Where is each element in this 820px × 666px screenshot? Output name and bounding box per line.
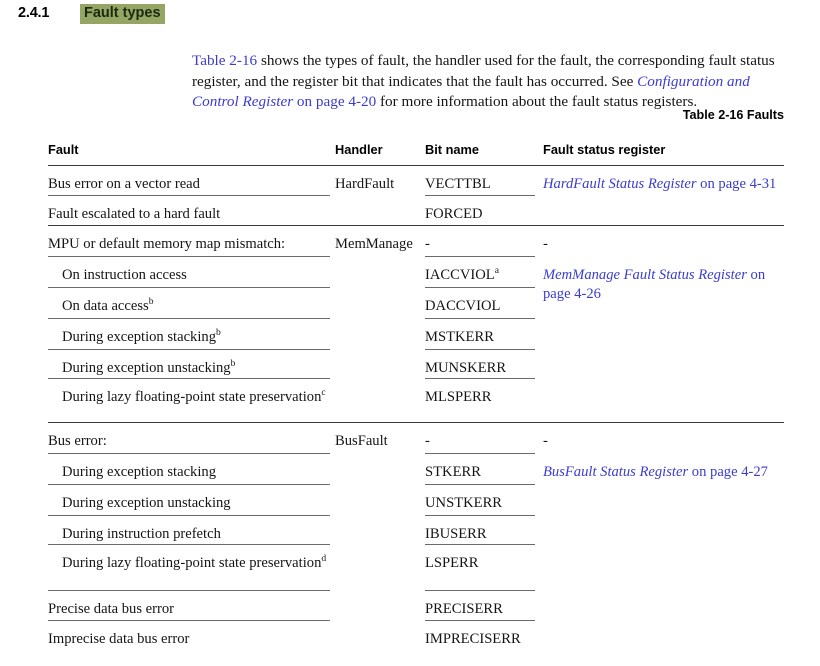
- cell-fault: During exception stacking: [62, 464, 217, 480]
- table-reference-link[interactable]: Table 2-16: [192, 52, 257, 69]
- cell-fault: During exception stackingb: [62, 327, 221, 345]
- cell-fault: During lazy floating-point state preserv…: [62, 553, 327, 571]
- fault-status-register-link[interactable]: BusFault Status Register: [543, 464, 688, 480]
- cell-handler: BusFault: [335, 433, 388, 449]
- cell-fault: On data accessb: [62, 296, 154, 314]
- section-number: 2.4.1: [18, 5, 50, 21]
- fault-status-register-page: on page 4-31: [696, 176, 777, 192]
- cell-fault-status-register: -: [543, 235, 784, 254]
- cell-fault: During exception unstackingb: [62, 358, 236, 376]
- cell-fault: On instruction access: [62, 267, 187, 283]
- table-row: During exception unstacking UNSTKERR: [48, 494, 784, 518]
- table-row: During instruction prefetch IBUSERR: [48, 525, 784, 549]
- fault-status-register-link[interactable]: MemManage Fault Status Register: [543, 267, 747, 283]
- cell-fault-status-register: -: [543, 432, 784, 451]
- footnote-marker: b: [148, 296, 154, 308]
- section-title-highlighted: Fault types: [80, 4, 165, 24]
- cell-bit-name: PRECISERR: [425, 601, 503, 617]
- table-row: During exception stackingb MSTKERR: [48, 328, 784, 352]
- cell-fault: Bus error on a vector read: [48, 176, 200, 192]
- fault-status-register-page: on page 4-27: [688, 464, 768, 480]
- table-row: On data accessb DACCVIOL: [48, 297, 784, 321]
- table-row: During lazy floating-point state preserv…: [48, 554, 784, 596]
- cell-bit-name: STKERR: [425, 464, 481, 480]
- table-row: During lazy floating-point state preserv…: [48, 388, 784, 430]
- footnote-marker: d: [321, 553, 327, 565]
- cell-bit-name: VECTTBL: [425, 176, 491, 192]
- column-header-bit-name: Bit name: [425, 142, 480, 157]
- column-header-fault: Fault: [48, 142, 79, 157]
- cell-fault: During lazy floating-point state preserv…: [62, 387, 326, 405]
- fault-status-register-page: -: [543, 236, 548, 252]
- cell-bit-name: LSPERR: [425, 555, 479, 571]
- table-row: During exception stacking STKERR BusFault …: [48, 463, 784, 487]
- footnote-marker: b: [230, 358, 236, 370]
- cell-bit-name: FORCED: [425, 206, 483, 222]
- table-row: Bus error on a vector read HardFault VECTT…: [48, 175, 784, 199]
- footnote-marker: c: [321, 387, 326, 399]
- table-row: Bus error: BusFault - -: [48, 432, 784, 456]
- table-row: Fault escalated to a hard fault FORCED: [48, 205, 784, 229]
- cell-bit-name: MUNSKERR: [425, 360, 507, 376]
- table-header-row: Fault Handler Bit name Fault status regi…: [48, 142, 784, 162]
- cell-bit-name: IMPRECISERR: [425, 631, 521, 647]
- cell-fault: MPU or default memory map mismatch:: [48, 236, 286, 252]
- cell-bit-name: -: [425, 433, 430, 449]
- fault-status-register-page: -: [543, 433, 548, 449]
- table-row: During exception unstackingb MUNSKERR: [48, 359, 784, 383]
- table-row: Precise data bus error PRECISERR: [48, 600, 784, 624]
- cell-fault: Bus error:: [48, 433, 107, 449]
- cell-bit-name: IBUSERR: [425, 526, 487, 542]
- cell-fault: Precise data bus error: [48, 601, 175, 617]
- cell-handler: MemManage: [335, 236, 413, 252]
- cell-fault-status-register[interactable]: BusFault Status Register on page 4-27: [543, 463, 784, 482]
- footnote-marker: b: [216, 327, 221, 339]
- cell-bit-name: MSTKERR: [425, 329, 494, 345]
- fault-status-register-link[interactable]: HardFault Status Register: [543, 176, 697, 192]
- intro-paragraph: Table 2-16 shows the types of fault, the…: [192, 51, 784, 113]
- table-caption: Table 2-16 Faults: [682, 108, 784, 122]
- cell-fault: During exception unstacking: [62, 495, 231, 511]
- cell-bit-name: DACCVIOL: [425, 298, 501, 314]
- cell-bit-name: UNSTKERR: [425, 495, 503, 511]
- footnote-marker: a: [494, 265, 499, 277]
- cell-bit-name: MLSPERR: [425, 389, 492, 405]
- column-header-handler: Handler: [335, 142, 383, 157]
- section-heading: 2.4.1 Fault types: [18, 4, 802, 26]
- cell-fault: During instruction prefetch: [62, 526, 221, 542]
- column-header-fault-status-register: Fault status register: [543, 142, 666, 157]
- cell-fault: Fault escalated to a hard fault: [48, 206, 221, 222]
- table-row: Imprecise data bus error IMPRECISERR: [48, 630, 784, 654]
- table-row: On instruction access IACCVIOLa MemManage …: [48, 265, 784, 302]
- cell-handler: HardFault: [335, 176, 395, 192]
- table-group-rule: [48, 165, 784, 166]
- table-row: MPU or default memory map mismatch: MemMa…: [48, 235, 784, 259]
- cell-bit-name: IACCVIOLa: [425, 265, 499, 283]
- cell-fault: Imprecise data bus error: [48, 631, 190, 647]
- cell-bit-name: -: [425, 236, 430, 252]
- cell-fault-status-register[interactable]: HardFault Status Register on page 4-31: [543, 175, 784, 194]
